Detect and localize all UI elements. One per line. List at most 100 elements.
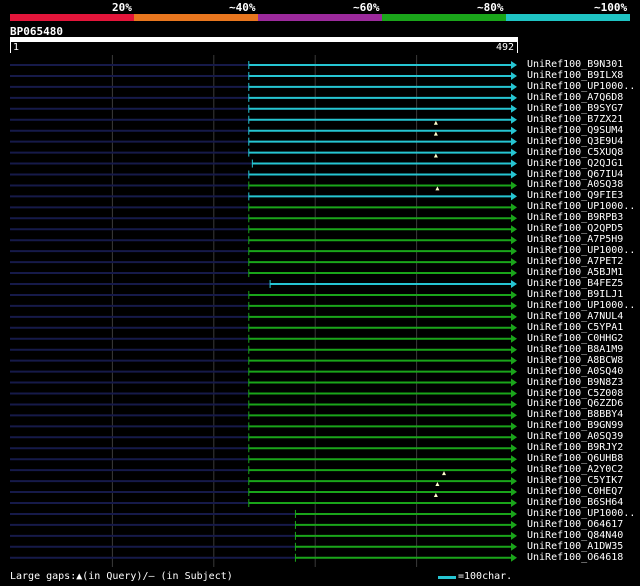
hit-arrow-icon <box>511 509 517 518</box>
hit-label[interactable]: UniRef100_Q84N40 <box>527 530 623 541</box>
hit-arrow-icon <box>511 214 517 223</box>
query-gap-icon <box>433 493 438 497</box>
hit-label[interactable]: UniRef100_A1DW35 <box>527 541 623 552</box>
hit-label[interactable]: UniRef100_Q9FIE3 <box>527 190 623 201</box>
hit-arrow-icon <box>511 433 517 442</box>
hit-label[interactable]: UniRef100_B9N301 <box>527 59 623 70</box>
hit-arrow-icon <box>511 466 517 475</box>
hit-label[interactable]: UniRef100_A2Y0C2 <box>527 464 623 475</box>
hit-label[interactable]: UniRef100_Q9SUM4 <box>527 125 623 136</box>
hit-label[interactable]: UniRef100_B4FEZ5 <box>527 278 623 289</box>
hit-arrow-icon <box>511 422 517 431</box>
query-gap-icon <box>433 153 438 158</box>
hit-label[interactable]: UniRef100_B9RPB3 <box>527 212 623 223</box>
hit-label[interactable]: UniRef100_B9ILX8 <box>527 70 623 81</box>
hit-arrow-icon <box>511 542 517 551</box>
hit-arrow-icon <box>511 334 517 343</box>
hit-arrow-icon <box>511 258 517 267</box>
hit-arrow-icon <box>511 203 517 212</box>
hit-arrow-icon <box>511 247 517 256</box>
hit-label[interactable]: UniRef100_Q2QPD5 <box>527 223 623 234</box>
hit-arrow-icon <box>511 61 517 69</box>
hit-label[interactable]: UniRef100_A0SQ39 <box>527 431 623 442</box>
hit-label[interactable]: UniRef100_B6SH64 <box>527 497 623 508</box>
hit-arrow-icon <box>511 104 517 113</box>
hit-arrow-icon <box>511 312 517 321</box>
hit-label[interactable]: UniRef100_C0HEQ7 <box>527 486 623 497</box>
hit-arrow-icon <box>511 345 517 354</box>
hit-label[interactable]: UniRef100_B9ILJ1 <box>527 289 623 300</box>
hit-arrow-icon <box>511 71 517 80</box>
hit-label[interactable]: UniRef100_C5Z008 <box>527 388 623 399</box>
hit-arrow-icon <box>511 455 517 464</box>
hit-label[interactable]: UniRef100_A0SQ40 <box>527 366 623 377</box>
hit-arrow-icon <box>511 553 517 562</box>
scale-legend-text: =100char. <box>458 571 513 582</box>
scale-legend-bar <box>438 576 456 579</box>
hit-arrow-icon <box>511 499 517 507</box>
hit-label[interactable]: UniRef100_B9N8Z3 <box>527 377 623 388</box>
hit-label[interactable]: UniRef100_O64618 <box>527 552 623 563</box>
hit-label[interactable]: UniRef100_C5YIK7 <box>527 475 623 486</box>
hit-label[interactable]: UniRef100_UP1000.. <box>527 201 635 212</box>
hit-arrow-icon <box>511 378 517 387</box>
hit-label[interactable]: UniRef100_A0SQ38 <box>527 179 623 190</box>
hit-arrow-icon <box>511 444 517 453</box>
hit-arrow-icon <box>511 82 517 91</box>
hit-label[interactable]: UniRef100_C0HHG2 <box>527 333 623 344</box>
hit-arrow-icon <box>511 93 517 102</box>
hit-label[interactable]: UniRef100_A7P5H9 <box>527 234 623 245</box>
hit-label[interactable]: UniRef100_Q2QJG1 <box>527 158 623 169</box>
hit-label[interactable]: UniRef100_O64617 <box>527 519 623 530</box>
hit-arrow-icon <box>511 411 517 420</box>
hit-arrow-icon <box>511 225 517 234</box>
hit-arrow-icon <box>511 356 517 365</box>
hit-arrow-icon <box>511 367 517 376</box>
hit-arrow-icon <box>511 488 517 497</box>
hit-arrow-icon <box>511 400 517 409</box>
hit-label[interactable]: UniRef100_B8A1M9 <box>527 344 623 355</box>
hit-arrow-icon <box>511 301 517 310</box>
hit-arrow-icon <box>511 236 517 245</box>
hit-label[interactable]: UniRef100_Q3E9U4 <box>527 136 623 147</box>
hit-label[interactable]: UniRef100_B8BBY4 <box>527 409 623 420</box>
query-gap-icon <box>435 482 440 487</box>
hit-arrow-icon <box>511 290 517 299</box>
hit-label[interactable]: UniRef100_UP1000.. <box>527 245 635 256</box>
hit-label[interactable]: UniRef100_B9RJY2 <box>527 442 623 453</box>
hit-label[interactable]: UniRef100_UP1000.. <box>527 508 635 519</box>
hit-label[interactable]: UniRef100_Q6UHB8 <box>527 453 623 464</box>
hit-label[interactable]: UniRef100_A7NUL4 <box>527 311 623 322</box>
hit-label[interactable]: UniRef100_B9SYG7 <box>527 103 623 114</box>
hit-arrow-icon <box>511 181 517 190</box>
hit-arrow-icon <box>511 520 517 529</box>
query-gap-icon <box>433 131 438 136</box>
hit-arrow-icon <box>511 269 517 278</box>
hit-label[interactable]: UniRef100_A7Q6D8 <box>527 92 623 103</box>
hit-label[interactable]: UniRef100_UP1000.. <box>527 300 635 311</box>
gaps-legend: Large gaps:▲(in Query)/— (in Subject) <box>10 571 233 582</box>
hit-arrow-icon <box>511 280 517 288</box>
hit-label[interactable]: UniRef100_A8BCW8 <box>527 355 623 366</box>
hit-arrow-icon <box>511 477 517 486</box>
hit-label[interactable]: UniRef100_B7ZX21 <box>527 114 623 125</box>
hit-label[interactable]: UniRef100_Q67IU4 <box>527 169 623 180</box>
hit-label[interactable]: UniRef100_A7PET2 <box>527 256 623 267</box>
query-gap-icon <box>435 186 440 191</box>
hit-label[interactable]: UniRef100_UP1000.. <box>527 81 635 92</box>
hit-arrow-icon <box>511 389 517 398</box>
hit-arrow-icon <box>511 137 517 146</box>
hit-label[interactable]: UniRef100_Q6ZZD6 <box>527 398 623 409</box>
hit-arrow-icon <box>511 323 517 332</box>
hit-arrow-icon <box>511 115 517 124</box>
hit-arrow-icon <box>511 170 517 179</box>
hit-arrow-icon <box>511 192 517 201</box>
hit-arrow-icon <box>511 148 517 157</box>
hit-arrow-icon <box>511 159 517 168</box>
hit-arrow-icon <box>511 531 517 540</box>
hit-label[interactable]: UniRef100_C5YPA1 <box>527 322 623 333</box>
hit-label[interactable]: UniRef100_B9GN99 <box>527 420 623 431</box>
hit-label[interactable]: UniRef100_C5XUQ8 <box>527 147 623 158</box>
hit-label[interactable]: UniRef100_A5BJM1 <box>527 267 623 278</box>
query-gap-icon <box>433 120 438 125</box>
